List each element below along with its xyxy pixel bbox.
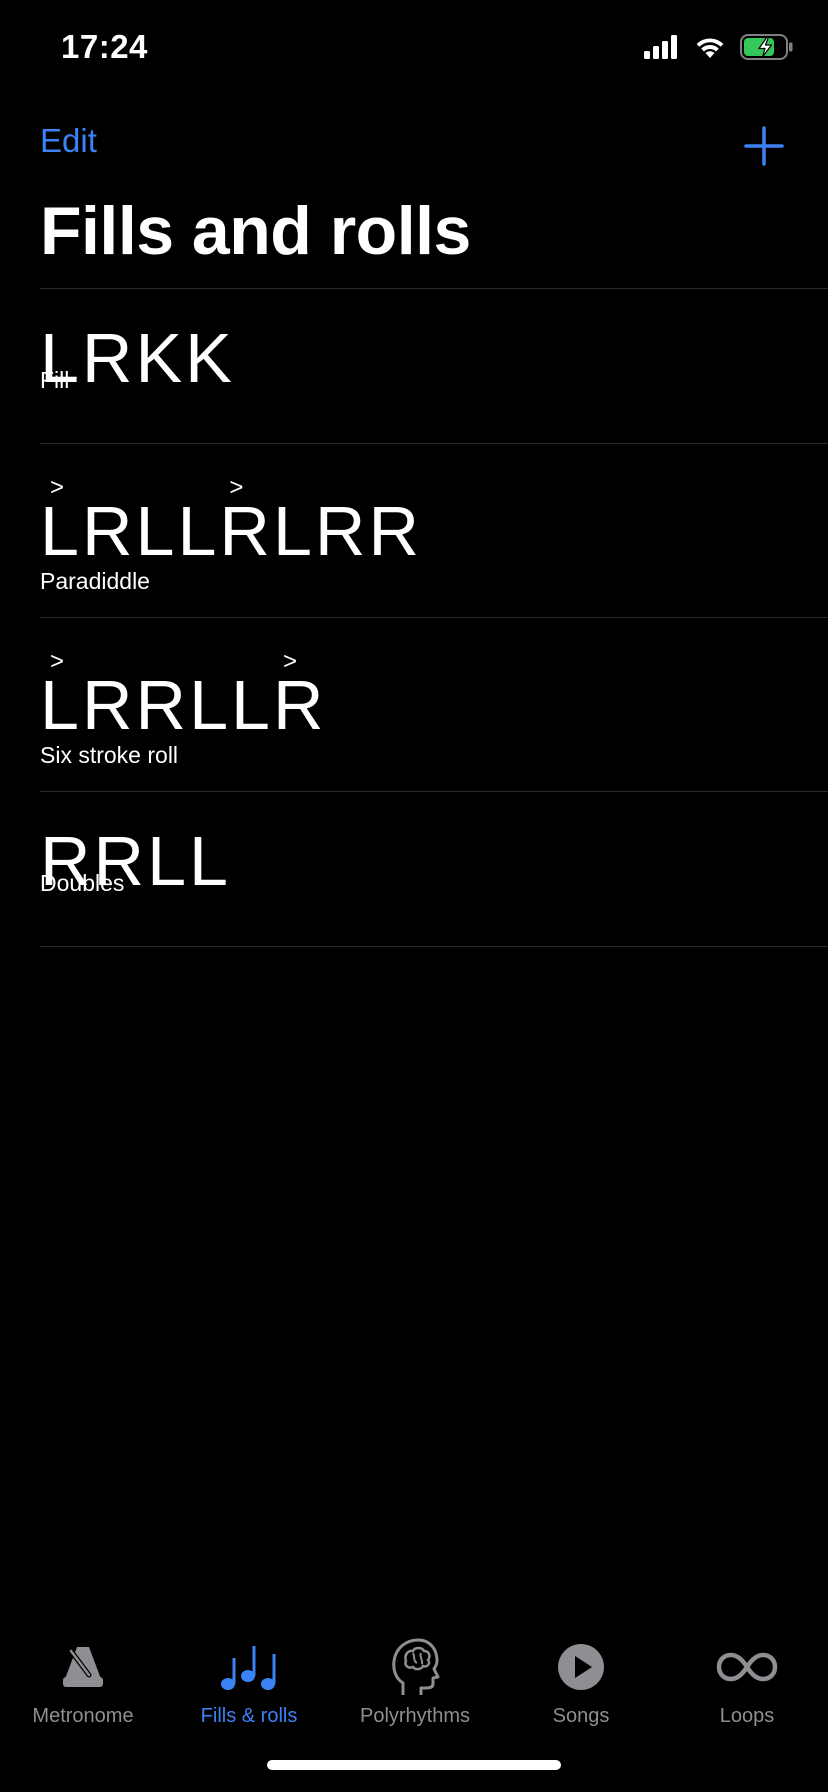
stroke-letter: R <box>368 492 422 570</box>
stroke-letter: L <box>189 666 231 744</box>
accent-mark: > <box>50 648 68 675</box>
cellular-signal-icon <box>644 35 680 64</box>
stroke-letter: R > <box>272 648 327 744</box>
metronome-icon <box>57 1636 109 1697</box>
music-notes-icon <box>219 1636 279 1697</box>
play-circle-icon <box>556 1636 606 1697</box>
accent-mark: > <box>50 474 68 501</box>
stroke-letter: R > <box>219 474 273 570</box>
tab-songs[interactable]: Songs <box>498 1608 664 1728</box>
stroke-letter: L > <box>40 474 82 570</box>
item-name: Doubles <box>40 870 125 896</box>
item-name: Six stroke roll <box>40 742 179 768</box>
status-bar: 17:24 <box>0 0 828 100</box>
tab-label: Fills & rolls <box>200 1705 298 1727</box>
infinity-icon <box>716 1636 778 1697</box>
stroke-letter: R <box>135 666 190 744</box>
status-icons <box>644 34 794 65</box>
navigation-bar: Edit <box>0 118 828 182</box>
status-time: 17:24 <box>61 28 148 65</box>
tab-fills-and-rolls[interactable]: Fills & rolls <box>166 1608 332 1728</box>
tab-polyrhythms[interactable]: Polyrhythms <box>332 1608 498 1728</box>
stroke-letter: R <box>81 492 136 570</box>
list-item[interactable]: RRLL Doubles <box>40 791 828 947</box>
pattern-list: LRKK Fill L > RLLR > LRR Paradiddle L > RRLLR >… <box>40 288 828 947</box>
tab-label: Songs <box>552 1705 610 1727</box>
home-indicator <box>267 1760 561 1770</box>
tab-bar: Metronome Fills & rolls Polyrhythms Song… <box>0 1608 828 1792</box>
list-item[interactable]: L > RLLR > LRR Paradiddle <box>40 443 828 617</box>
tab-metronome[interactable]: Metronome <box>0 1608 166 1728</box>
sticking-pattern: L > RRLLR > <box>40 648 327 744</box>
stroke-letter: L <box>231 666 273 744</box>
item-name: Fill <box>40 367 70 393</box>
sticking-pattern: L > RLLR > LRR <box>40 474 422 570</box>
stroke-letter: L <box>177 492 220 570</box>
tab-loops[interactable]: Loops <box>664 1608 828 1728</box>
stroke-letter: L > <box>40 648 82 744</box>
stroke-letter: L <box>272 492 315 570</box>
brain-head-icon <box>389 1636 441 1697</box>
wifi-icon <box>694 35 726 64</box>
stroke-letter: L <box>135 492 178 570</box>
accent-mark: > <box>229 474 247 501</box>
stroke-letter: R <box>314 492 369 570</box>
page-title: Fills and rolls <box>40 193 471 269</box>
list-item[interactable]: LRKK Fill <box>40 288 828 443</box>
battery-charging-icon <box>740 34 794 65</box>
tab-label: Polyrhythms <box>359 1705 471 1727</box>
plus-icon <box>744 126 784 166</box>
stroke-letter: R <box>81 666 136 744</box>
item-name: Paradiddle <box>40 568 150 594</box>
accent-mark: > <box>282 648 300 675</box>
tab-label: Loops <box>719 1705 775 1727</box>
list-item[interactable]: L > RRLLR > Six stroke roll <box>40 617 828 791</box>
add-button[interactable] <box>740 122 788 170</box>
tab-label: Metronome <box>32 1705 134 1727</box>
edit-button[interactable]: Edit <box>40 122 97 160</box>
